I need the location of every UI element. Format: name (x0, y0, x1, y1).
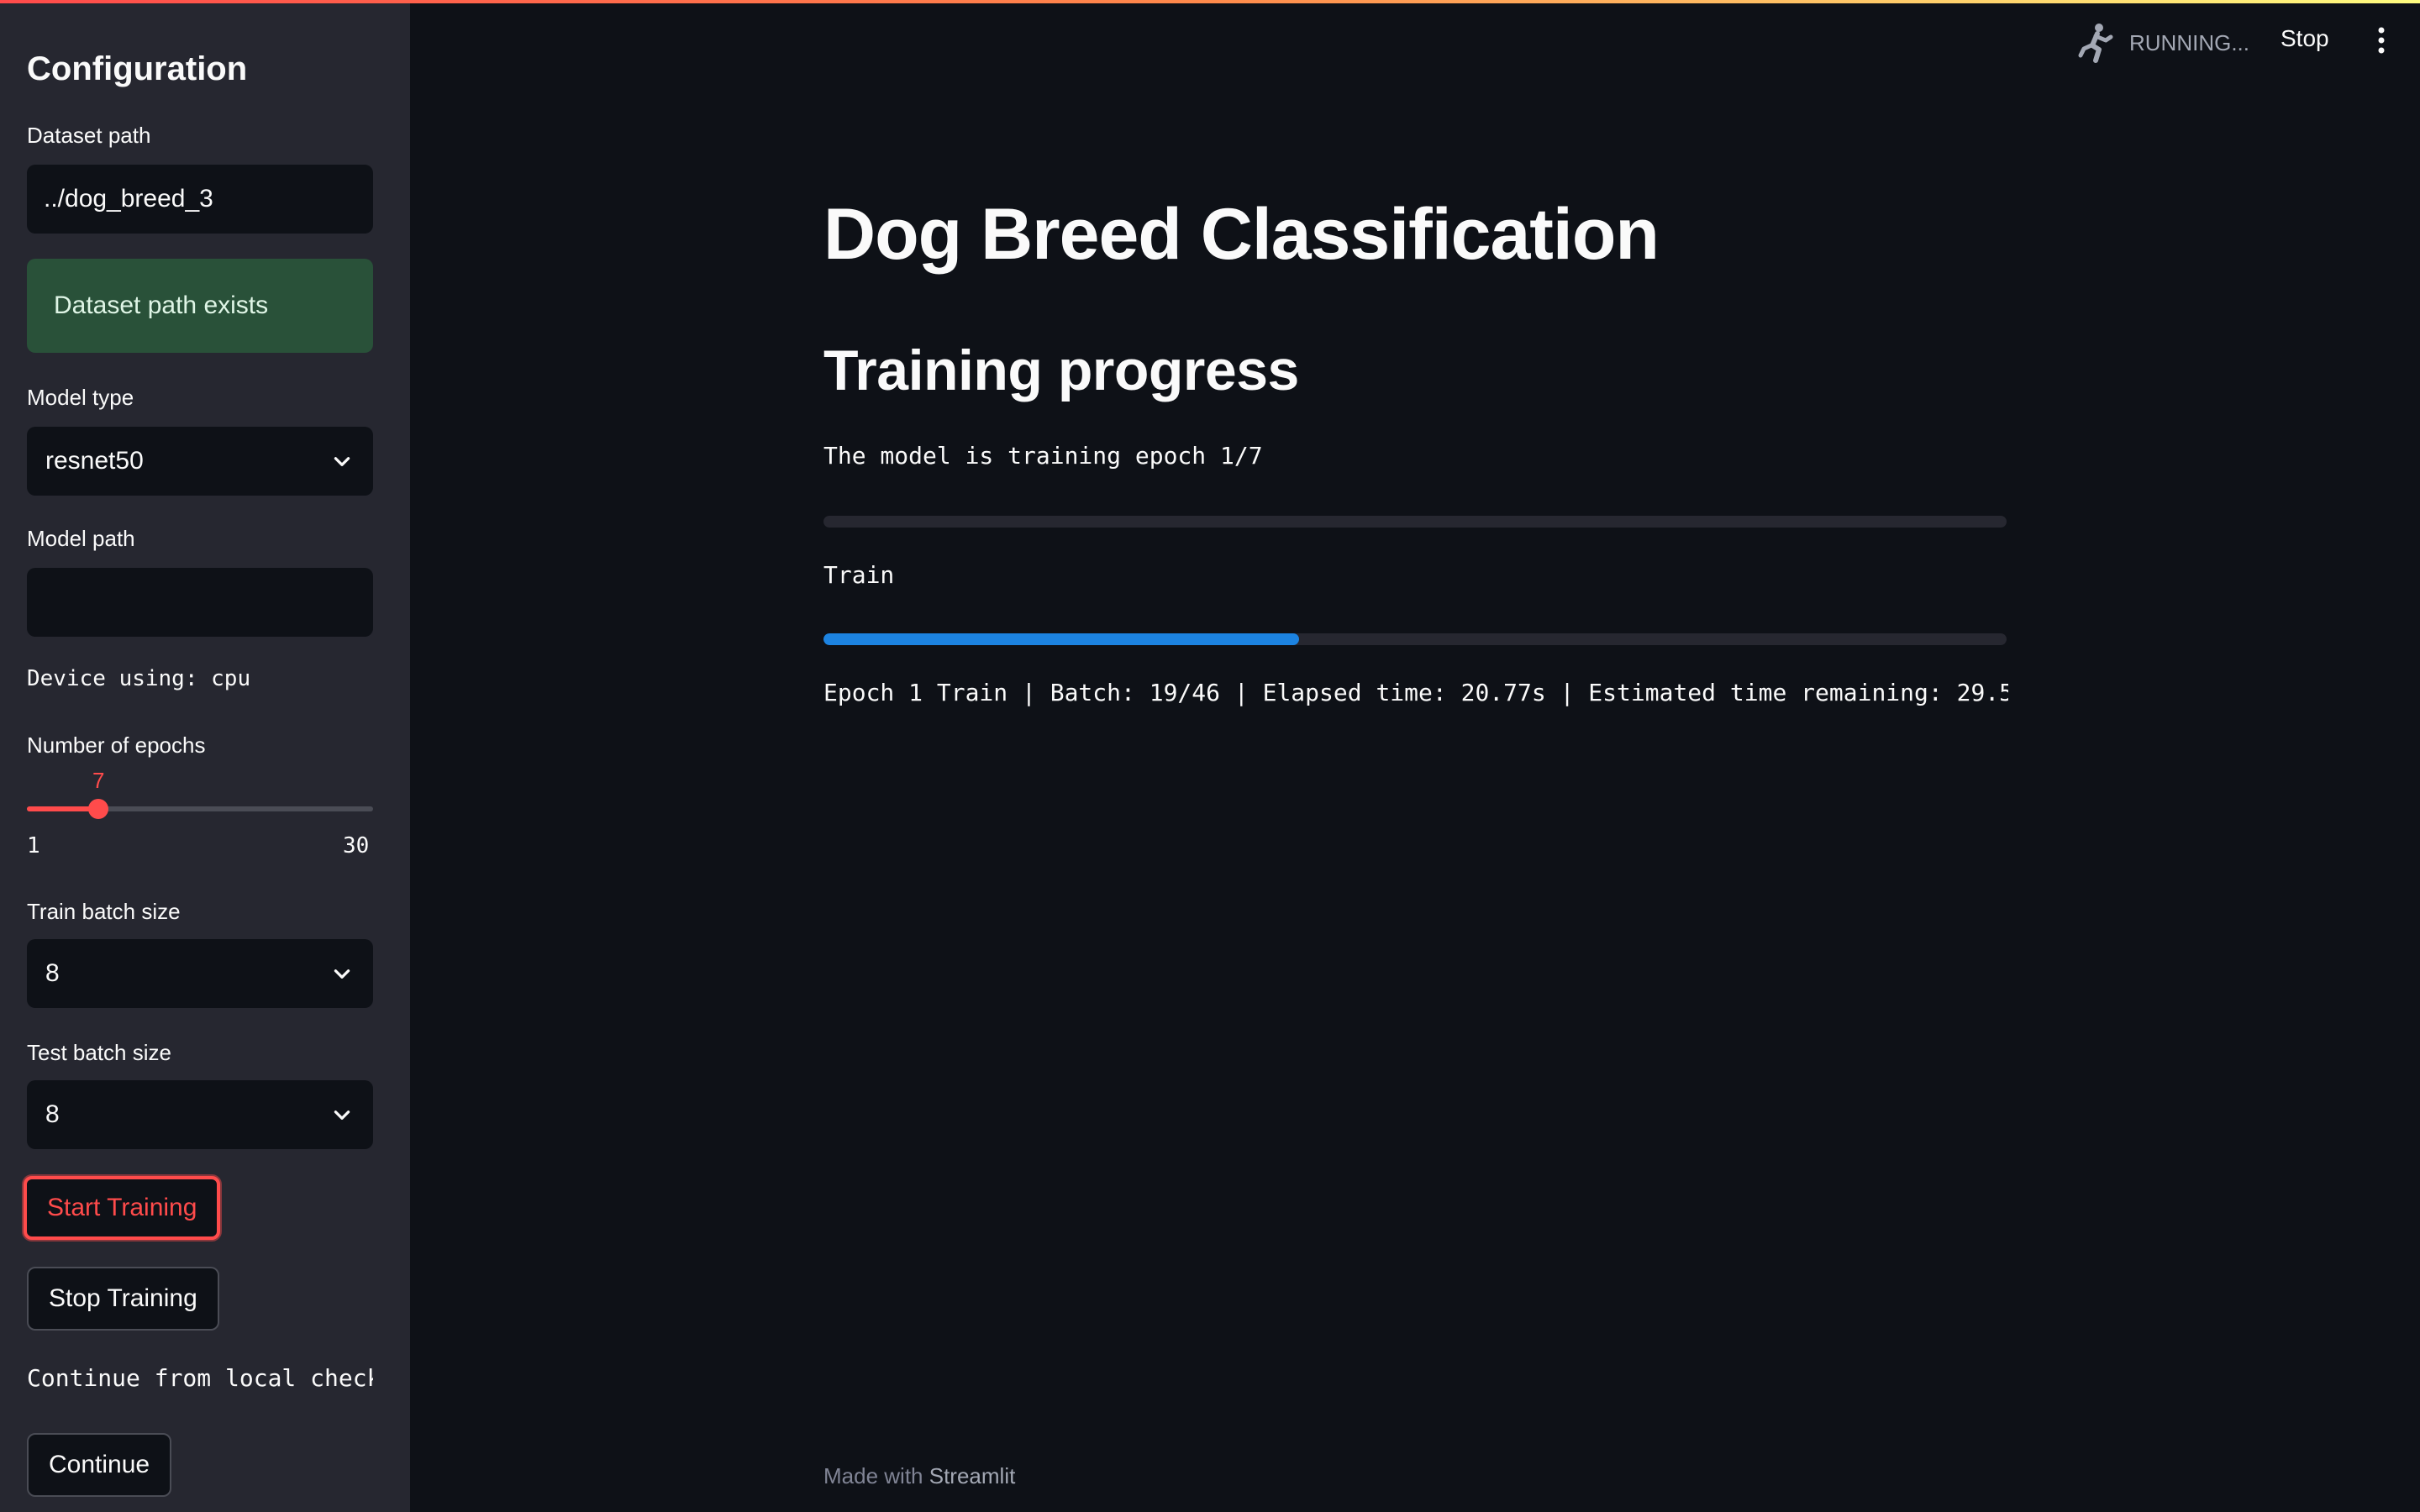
chevron-down-icon (334, 969, 350, 979)
train-batch-value: 8 (45, 959, 60, 987)
dataset-path-label: Dataset path (27, 123, 151, 148)
chevron-down-icon (334, 457, 350, 466)
dataset-path-value: ../dog_breed_3 (44, 185, 213, 213)
epochs-label: Number of epochs (27, 732, 206, 758)
stop-training-button[interactable]: Stop Training (27, 1267, 219, 1331)
model-type-value: resnet50 (45, 447, 144, 475)
train-batch-label: Train batch size (27, 899, 181, 924)
train-label: Train (823, 561, 895, 589)
footer: Made with Streamlit (823, 1463, 1015, 1489)
test-batch-value: 8 (45, 1100, 60, 1128)
dataset-path-input[interactable]: ../dog_breed_3 (27, 165, 373, 234)
model-path-label: Model path (27, 526, 135, 551)
running-status: RUNNING... (2077, 22, 2249, 64)
train-progress-bar (823, 633, 2007, 645)
main-menu-icon[interactable] (2371, 25, 2391, 55)
running-man-icon (2078, 24, 2113, 63)
dataset-alert-text: Dataset path exists (54, 291, 269, 319)
train-batch-select[interactable]: 8 (27, 939, 373, 1008)
running-status-text: RUNNING... (2129, 29, 2249, 55)
streamlit-link[interactable]: Streamlit (929, 1463, 1016, 1488)
stop-run-button[interactable]: Stop (2281, 25, 2329, 52)
test-batch-select[interactable]: 8 (27, 1080, 373, 1149)
footer-prefix: Made with (823, 1463, 923, 1488)
train-progress-fill (823, 633, 1300, 645)
epochs-slider[interactable] (27, 799, 373, 819)
epochs-slider-thumb[interactable] (88, 799, 109, 819)
device-text: Device using: cpu (27, 666, 251, 691)
start-training-button[interactable]: Start Training (24, 1176, 221, 1240)
continue-checkpoint-text: Continue from local checkpoint (27, 1364, 373, 1392)
sidebar-title: Configuration (27, 50, 248, 87)
chevron-down-icon (334, 1110, 350, 1120)
section-title: Training progress (823, 339, 1299, 402)
top-decoration-bar (0, 0, 2420, 3)
model-type-label: Model type (27, 385, 134, 410)
page-title: Dog Breed Classification (823, 194, 1660, 275)
continue-button[interactable]: Continue (27, 1433, 172, 1497)
epochs-slider-min: 1 (27, 833, 40, 858)
epoch-status-text: The model is training epoch 1/7 (823, 442, 1263, 470)
epochs-slider-max: 30 (343, 833, 370, 858)
model-type-select[interactable]: resnet50 (27, 427, 373, 496)
dataset-success-alert: Dataset path exists (27, 259, 373, 353)
sidebar: Configuration Dataset path ../dog_breed_… (0, 0, 410, 1512)
epochs-slider-value: 7 (92, 768, 105, 793)
model-path-input[interactable] (27, 568, 373, 637)
batch-status-text: Epoch 1 Train | Batch: 19/46 | Elapsed t… (823, 679, 2008, 706)
epoch-progress-bar (823, 516, 2007, 528)
test-batch-label: Test batch size (27, 1040, 171, 1065)
